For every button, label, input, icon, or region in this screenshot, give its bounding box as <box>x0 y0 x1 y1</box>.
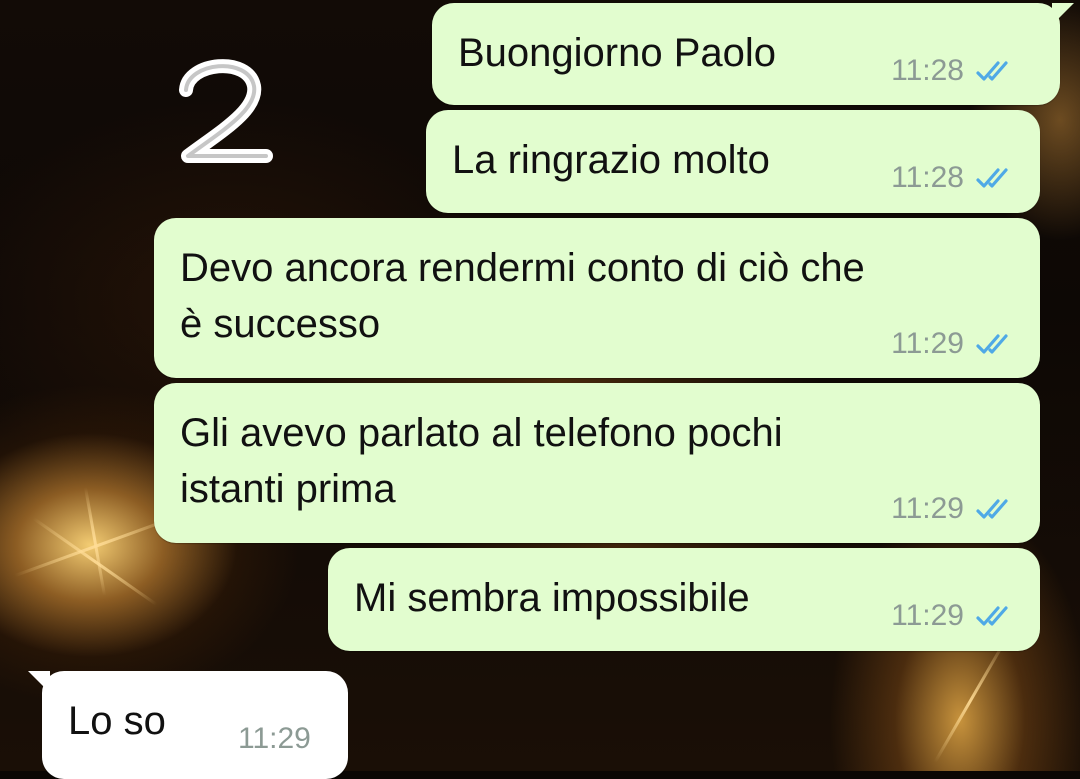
double-check-blue-icon <box>976 606 1008 626</box>
message-text: Gli avevo parlato al telefono pochi <box>180 411 783 455</box>
message-bubble-incoming[interactable]: Lo so 11:29 <box>28 671 348 779</box>
message-meta: 11:29 <box>238 721 311 757</box>
double-check-blue-icon <box>976 499 1008 519</box>
message-time: 11:29 <box>891 327 964 360</box>
message-text: istanti prima <box>180 467 396 511</box>
double-check-blue-icon <box>976 334 1008 354</box>
message-text: La ringrazio molto <box>452 138 770 182</box>
double-check-blue-icon <box>976 168 1008 188</box>
message-text: Buongiorno Paolo <box>458 31 777 75</box>
message-text: Mi sembra impossibile <box>354 576 750 620</box>
message-meta: 11:28 <box>891 160 1016 196</box>
double-check-blue-icon <box>976 61 1008 81</box>
message-time: 11:29 <box>238 722 311 755</box>
message-time: 11:28 <box>891 54 964 87</box>
message-bubble-outgoing[interactable]: Gli avevo parlato al telefono pochi ista… <box>154 383 1040 543</box>
message-meta: 11:29 <box>891 326 1016 362</box>
number-two-sticker <box>179 59 273 163</box>
message-time: 11:28 <box>891 161 964 194</box>
message-text: è successo <box>180 302 381 346</box>
message-meta: 11:29 <box>891 598 1016 634</box>
message-bubble-outgoing[interactable]: La ringrazio molto 11:28 <box>426 110 1040 213</box>
message-text: Devo ancora rendermi conto di ciò che <box>180 246 865 290</box>
message-bubble-outgoing[interactable]: Buongiorno Paolo 11:28 <box>432 3 1074 105</box>
message-bubble-outgoing[interactable]: Devo ancora rendermi conto di ciò che è … <box>154 218 1040 378</box>
message-meta: 11:29 <box>891 491 1016 527</box>
bubble-tail <box>1052 3 1074 25</box>
message-time: 11:29 <box>891 492 964 525</box>
bubble-tail <box>28 671 50 693</box>
message-text: Lo so <box>68 699 166 743</box>
message-bubble-outgoing[interactable]: Mi sembra impossibile 11:29 <box>328 548 1040 651</box>
message-meta: 11:28 <box>891 53 1016 89</box>
message-time: 11:29 <box>891 599 964 632</box>
